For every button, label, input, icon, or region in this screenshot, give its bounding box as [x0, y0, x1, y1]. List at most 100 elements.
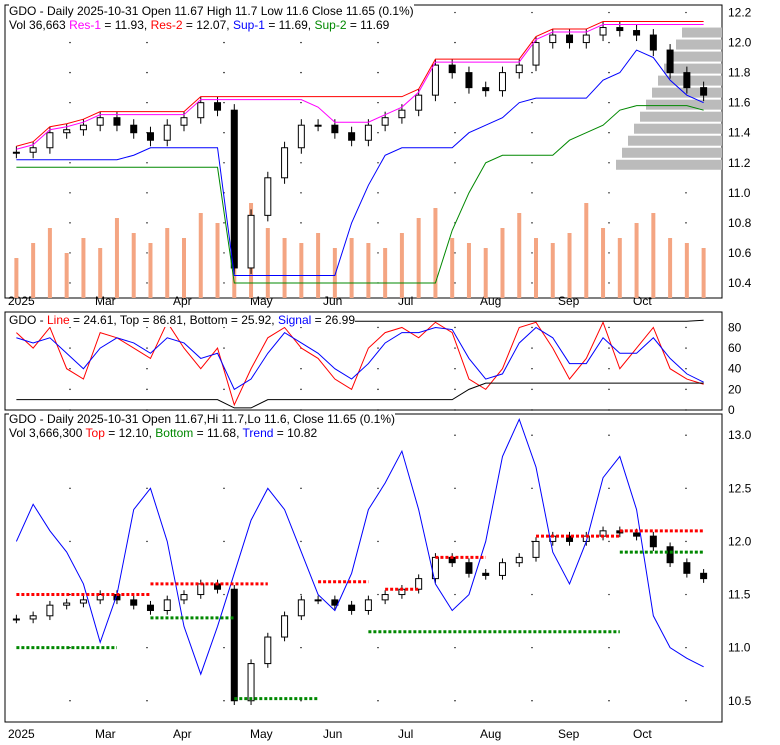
volume-bar [651, 213, 656, 298]
y-tick-label: 60 [728, 341, 742, 355]
stochastic-bottom-line [16, 382, 704, 409]
grid-dot [531, 434, 533, 436]
grid-dot [454, 388, 456, 391]
top-value: = 12.10, [104, 426, 156, 440]
volume-bar [433, 208, 438, 298]
price-candle [683, 72, 691, 89]
y-tick-label: 0 [728, 403, 735, 417]
volume-bar [399, 233, 404, 298]
grid-dot [608, 646, 610, 649]
grid-dot [377, 368, 379, 370]
price3-candle [649, 535, 657, 548]
x-tick-label: Mar [95, 727, 116, 741]
price3-candle [130, 599, 138, 606]
grid-dot [146, 487, 148, 490]
price-candle [348, 132, 356, 141]
grid-dot [608, 11, 610, 14]
price3-candle [314, 599, 322, 602]
volume-bar [148, 243, 153, 298]
grid-dot [454, 192, 456, 194]
grid-dot [608, 71, 610, 74]
grid-dot [531, 71, 533, 74]
grid-dot [377, 409, 379, 411]
price-candle [331, 124, 339, 134]
grid-dot [223, 101, 225, 104]
price3-candle [348, 604, 356, 611]
volume-bar [182, 238, 186, 298]
volume-profile-bar [622, 147, 722, 158]
grid-dot [146, 41, 148, 44]
grid-dot [685, 388, 687, 391]
price3-candle [666, 546, 674, 564]
grid-dot [69, 347, 71, 349]
grid-dot [608, 252, 610, 254]
price3-candle [230, 588, 238, 702]
price-candle [498, 72, 506, 92]
price3-candle [146, 604, 154, 611]
price-candle [130, 124, 138, 134]
volume-bar [64, 253, 69, 298]
y-tick-label: 11.6 [728, 96, 751, 110]
price-candle [649, 34, 657, 51]
res1-label: Res-1 [69, 18, 102, 32]
stochastic-signal-line [16, 326, 704, 391]
res2-line [16, 21, 704, 147]
grid-dot [685, 11, 687, 14]
volume-bar [483, 248, 488, 298]
grid-dot [146, 388, 148, 391]
grid-dot [685, 540, 687, 543]
line-values: = 24.61, Top = 86.81, Bottom = 25.92, [69, 313, 278, 327]
grid-dot [69, 282, 71, 284]
grid-dot [608, 409, 610, 411]
y-tick-label: 11.4 [728, 126, 751, 140]
grid-dot [377, 347, 379, 349]
price3-candle [63, 602, 71, 606]
grid-dot [377, 71, 379, 74]
grid-dot [531, 11, 533, 14]
grid-dot [454, 434, 456, 436]
grid-dot [531, 540, 533, 543]
volume-bar [282, 238, 287, 298]
grid-dot [454, 132, 456, 134]
grid-dot [685, 326, 687, 329]
grid-dot [531, 409, 533, 411]
grid-dot [608, 347, 610, 349]
grid-dot [223, 388, 225, 391]
grid-dot [377, 646, 379, 649]
grid-dot [69, 540, 71, 543]
x-tick-label: 2025 [8, 294, 35, 308]
price3-candle [364, 599, 372, 611]
grid-dot [69, 222, 71, 224]
grid-dot [531, 282, 533, 284]
y-tick-label: 11.5 [728, 588, 751, 602]
sup1-label: Sup-1 [232, 18, 265, 32]
grid-dot [531, 593, 533, 596]
price-candle [633, 30, 641, 36]
price-candle [582, 34, 590, 44]
grid-dot [377, 388, 379, 391]
grid-dot [454, 368, 456, 370]
grid-dot [454, 347, 456, 349]
price-candle [515, 64, 523, 74]
grid-dot [608, 222, 610, 224]
price-candle [197, 102, 205, 119]
grid-dot [377, 540, 379, 543]
y-tick-label: 11.8 [728, 66, 751, 80]
volume-profile-bar [616, 159, 722, 170]
grid-dot [146, 700, 148, 702]
grid-dot [223, 41, 225, 44]
price3-candle [633, 532, 641, 537]
price-candle [264, 177, 272, 216]
panel3-volume: Vol 3,666,300 [9, 426, 86, 440]
grid-dot [531, 646, 533, 649]
x-tick-label: Aug [480, 294, 501, 308]
grid-dot [69, 700, 71, 702]
price-candle [465, 72, 473, 89]
grid-dot [223, 222, 225, 224]
grid-dot [608, 700, 610, 702]
panel2-header: GDO - Line = 24.61, Top = 86.81, Bottom … [9, 313, 356, 327]
y-tick-label: 10.6 [728, 246, 752, 260]
volume-bar [701, 248, 706, 298]
grid-dot [531, 487, 533, 490]
y-tick-label: 10.8 [728, 216, 752, 230]
